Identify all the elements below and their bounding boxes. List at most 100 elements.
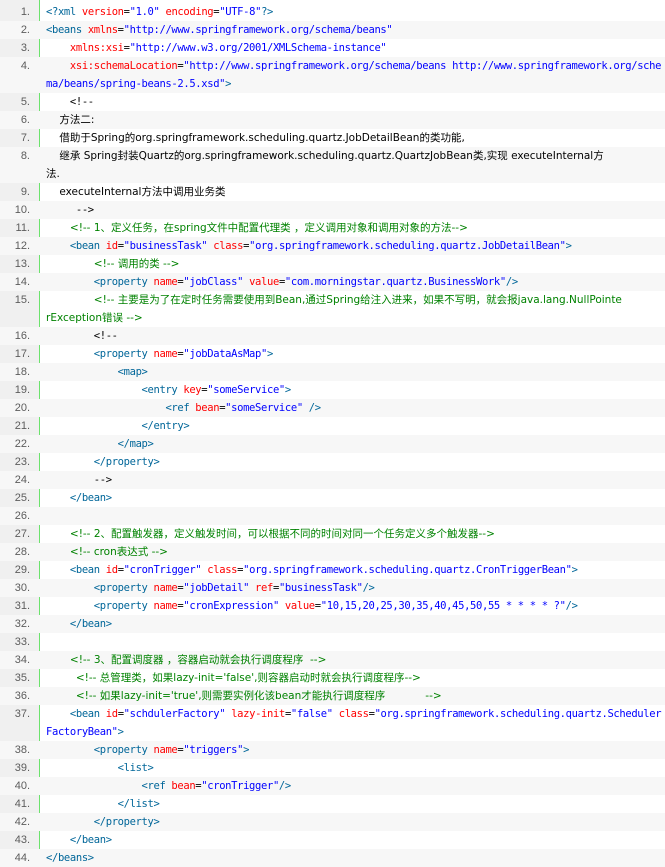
- code-token: <property: [93, 348, 154, 360]
- code-token: rException错误 -->: [46, 312, 143, 324]
- code-line: 19. <entry key="someService">: [0, 381, 665, 399]
- line-number: 26.: [14, 510, 30, 522]
- code-text: </bean>: [46, 489, 665, 507]
- code-token: >: [225, 78, 232, 90]
- code-text: <!-- 如果lazy-init='true',则需要实例化该bean才能执行调…: [46, 687, 665, 705]
- code-token: </bean>: [69, 834, 112, 846]
- code-line: 22. </map>: [0, 435, 665, 453]
- code-token: </property>: [93, 816, 160, 828]
- code-token: />: [565, 600, 578, 612]
- code-line: 15. <!-- 主要是为了在定时任务需要使用到Bean,通过Spring给注入…: [0, 291, 665, 309]
- code-token: 继承 Spring封装Quartz的org.springframework.sc…: [46, 150, 604, 162]
- code-line: 25. </bean>: [0, 489, 665, 507]
- code-line: 38. <property name="triggers">: [0, 741, 665, 759]
- code-token: <!-- 调用的类 -->: [93, 258, 180, 270]
- code-text: <!-- 1、定义任务，在spring文件中配置代理类 ，定义调用对象和调用对象…: [46, 219, 665, 237]
- code-token: <bean: [69, 708, 106, 720]
- code-text: <property name="cronExpression" value="1…: [46, 597, 665, 615]
- code-line: 1. <?xml version="1.0" encoding="UTF-8"?>: [0, 3, 665, 21]
- code-text: <!-- 2、配置触发器，定义触发时间，可以根据不同的时间对同一个任务定义多个触…: [46, 525, 665, 543]
- code-line: 6. 方法二:: [0, 111, 665, 129]
- code-line: 8. 继承 Spring封装Quartz的org.springframework…: [0, 147, 665, 165]
- code-line: 4. xsi:schemaLocation="http://www.spring…: [0, 57, 665, 75]
- code-token: </list>: [117, 798, 160, 810]
- code-text: <bean id="businessTask" class="org.sprin…: [46, 237, 665, 255]
- code-token: "com.morningstar.quartz.BusinessWork": [284, 276, 506, 288]
- code-token: <!-- 1、定义任务，在spring文件中配置代理类 ，定义调用对象和调用对象…: [69, 222, 468, 234]
- code-line: 27. <!-- 2、配置触发器，定义触发时间，可以根据不同的时间对同一个任务定…: [0, 525, 665, 543]
- code-text: xmlns:xsi="http://www.w3.org/2001/XMLSch…: [46, 39, 665, 57]
- code-token: "10,15,20,25,30,35,40,45,50,55 * * * * ?…: [320, 600, 566, 612]
- code-line: 40. <ref bean="cronTrigger"/>: [0, 777, 665, 795]
- code-token: <!--: [46, 330, 118, 342]
- code-token: value: [249, 276, 279, 288]
- line-number: 20.: [14, 402, 30, 414]
- line-number: 21.: [14, 420, 30, 432]
- code-line: 9. executeInternal方法中调用业务类: [0, 183, 665, 201]
- code-token: <!-- 主要是为了在定时任务需要使用到Bean,通过Spring给注入进来，如…: [93, 294, 622, 306]
- code-token: 方法二:: [46, 114, 95, 126]
- code-text: executeInternal方法中调用业务类: [46, 183, 665, 201]
- line-number: 22.: [14, 438, 30, 450]
- code-token: />: [505, 276, 518, 288]
- code-token: "org.springframework.scheduling.quartz.S…: [374, 708, 662, 720]
- code-line: 18. <map>: [0, 363, 665, 381]
- line-number: 31.: [14, 600, 30, 612]
- code-token: />: [278, 780, 291, 792]
- code-line: 21. </entry>: [0, 417, 665, 435]
- line-number: 8.: [20, 150, 30, 162]
- code-line: 42. </property>: [0, 813, 665, 831]
- code-token: </bean>: [69, 618, 112, 630]
- code-token: <beans: [46, 24, 88, 36]
- code-token: -->: [46, 474, 112, 486]
- code-line: 31. <property name="cronExpression" valu…: [0, 597, 665, 615]
- code-text: <entry key="someService">: [46, 381, 665, 399]
- code-line: 26.: [0, 507, 665, 525]
- code-text: <beans xmlns="http://www.springframework…: [46, 21, 665, 39]
- line-number: 30.: [14, 582, 30, 594]
- code-token: <ref: [165, 402, 196, 414]
- code-token: <property: [93, 276, 154, 288]
- code-token: "org.springframework.scheduling.quartz.J…: [249, 240, 566, 252]
- code-token: </entry>: [141, 420, 190, 432]
- line-number: 42.: [14, 816, 30, 828]
- code-token: 法.: [46, 168, 60, 180]
- code-line: 29. <bean id="cronTrigger" class="org.sp…: [0, 561, 665, 579]
- code-text: <ref bean="someService" />: [46, 399, 665, 417]
- code-token: "triggers": [183, 744, 244, 756]
- code-text: </property>: [46, 453, 665, 471]
- code-token: />: [308, 402, 321, 414]
- line-number: 25.: [14, 492, 30, 504]
- code-line: 17. <property name="jobDataAsMap">: [0, 345, 665, 363]
- line-number: 29.: [14, 564, 30, 576]
- line-number: 14.: [14, 276, 30, 288]
- code-token: <property: [93, 744, 154, 756]
- code-token: <entry: [141, 384, 184, 396]
- code-text: </list>: [46, 795, 665, 813]
- code-token: class: [213, 240, 244, 252]
- code-token: value: [284, 600, 315, 612]
- line-number: 7.: [20, 132, 30, 144]
- line-number: 27.: [14, 528, 30, 540]
- line-number: 16.: [14, 330, 30, 342]
- code-token: <map>: [117, 366, 148, 378]
- line-number: 23.: [14, 456, 30, 468]
- code-text: ma/beans/spring-beans-2.5.xsd">: [46, 75, 665, 93]
- code-text: 法.: [46, 165, 665, 183]
- code-token: name: [153, 600, 178, 612]
- line-number: 40.: [14, 780, 30, 792]
- code-text: <property name="jobDetail" ref="business…: [46, 579, 665, 597]
- code-token: <property: [93, 582, 154, 594]
